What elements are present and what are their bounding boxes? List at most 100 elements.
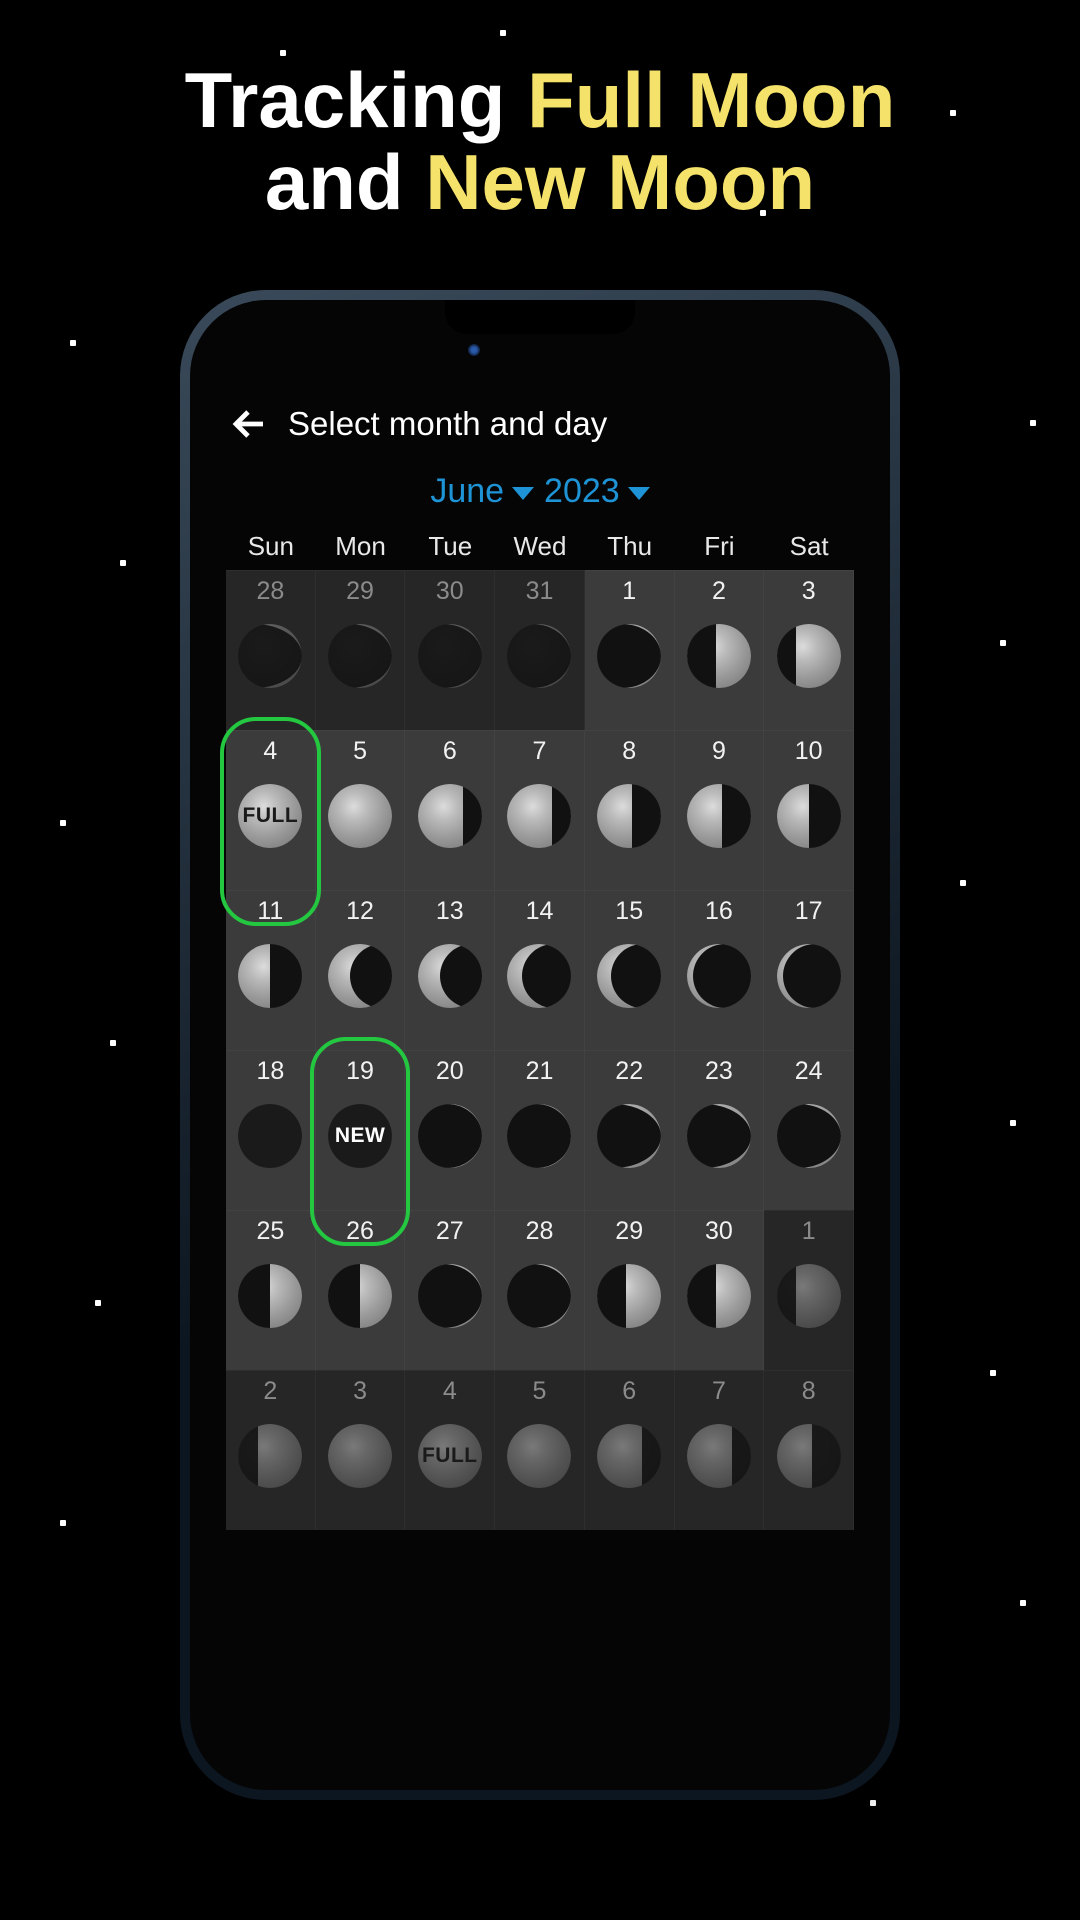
day-number: 27 [436,1217,464,1246]
moon-phase-icon [597,1424,661,1488]
moon-phase-icon [238,1424,302,1488]
day-number: 22 [615,1057,643,1086]
moon-phase-icon [418,1104,482,1168]
calendar-day[interactable]: 29 [585,1210,675,1370]
moon-phase-icon [687,1424,751,1488]
moon-phase-icon [418,624,482,688]
phone-camera [468,344,480,356]
calendar-grid: 282930311234FULL567891011121314151617181… [226,570,854,1530]
calendar-day[interactable]: 18 [226,1050,316,1210]
phone-notch [445,300,635,334]
day-number: 29 [346,577,374,606]
moon-phase-icon: FULL [418,1424,482,1488]
new-moon-label: NEW [335,1124,386,1148]
moon-phase-icon [597,624,661,688]
year-label: 2023 [544,472,620,511]
calendar-day[interactable]: 26 [316,1210,406,1370]
day-number: 21 [526,1057,554,1086]
calendar-day[interactable]: 25 [226,1210,316,1370]
year-select[interactable]: 2023 [544,472,650,511]
calendar-day[interactable]: 29 [316,570,406,730]
calendar-day[interactable]: 20 [405,1050,495,1210]
calendar-day[interactable]: 21 [495,1050,585,1210]
calendar-day[interactable]: 10 [764,730,854,890]
calendar-day[interactable]: 4FULL [405,1370,495,1530]
calendar-day[interactable]: 2 [226,1370,316,1530]
calendar-day[interactable]: 31 [495,570,585,730]
day-number: 4 [263,737,277,766]
calendar-day[interactable]: 1 [585,570,675,730]
calendar-day[interactable]: 28 [226,570,316,730]
moon-phase-icon [777,1264,841,1328]
calendar-day[interactable]: 6 [585,1370,675,1530]
calendar-day[interactable]: 5 [316,730,406,890]
day-number: 16 [705,897,733,926]
calendar-day[interactable]: 5 [495,1370,585,1530]
calendar-day[interactable]: 3 [316,1370,406,1530]
calendar-day[interactable]: 15 [585,890,675,1050]
calendar-day[interactable]: 16 [675,890,765,1050]
day-number: 1 [622,577,636,606]
day-number: 3 [353,1377,367,1406]
weekday-label: Sat [764,531,854,562]
calendar-day[interactable]: 22 [585,1050,675,1210]
month-select[interactable]: June [430,472,534,511]
calendar-day[interactable]: 8 [764,1370,854,1530]
moon-phase-icon [418,1264,482,1328]
arrow-left-icon [230,406,266,442]
day-number: 3 [802,577,816,606]
calendar-day[interactable]: 14 [495,890,585,1050]
chevron-down-icon [628,487,650,500]
calendar-day[interactable]: 30 [405,570,495,730]
full-moon-label: FULL [243,804,299,828]
back-button[interactable] [226,402,270,446]
calendar-day[interactable]: 27 [405,1210,495,1370]
calendar-day[interactable]: 3 [764,570,854,730]
calendar-day[interactable]: 13 [405,890,495,1050]
day-number: 7 [712,1377,726,1406]
day-number: 28 [526,1217,554,1246]
moon-phase-icon [238,944,302,1008]
moon-phase-icon [597,1264,661,1328]
calendar-day[interactable]: 1 [764,1210,854,1370]
day-number: 11 [257,897,283,926]
month-label: June [430,472,504,511]
moon-phase-icon [507,1264,571,1328]
day-number: 26 [346,1217,374,1246]
weekday-label: Thu [585,531,675,562]
day-number: 23 [705,1057,733,1086]
moon-phase-icon [777,624,841,688]
calendar-day[interactable]: 2 [675,570,765,730]
moon-phase-icon [238,1264,302,1328]
calendar-day[interactable]: 7 [675,1370,765,1530]
day-number: 18 [256,1057,284,1086]
day-number: 13 [436,897,464,926]
calendar-day[interactable]: 9 [675,730,765,890]
day-number: 6 [443,737,457,766]
calendar-day[interactable]: 24 [764,1050,854,1210]
moon-phase-icon [687,1264,751,1328]
calendar-day[interactable]: 30 [675,1210,765,1370]
moon-phase-icon [507,784,571,848]
moon-phase-icon [507,1424,571,1488]
calendar-day[interactable]: 11 [226,890,316,1050]
calendar-day[interactable]: 17 [764,890,854,1050]
calendar-day[interactable]: 8 [585,730,675,890]
calendar-day[interactable]: 7 [495,730,585,890]
day-number: 10 [795,737,823,766]
calendar-day[interactable]: 19NEW [316,1050,406,1210]
calendar-day[interactable]: 28 [495,1210,585,1370]
day-number: 14 [526,897,554,926]
full-moon-label: FULL [422,1444,478,1468]
moon-phase-icon [328,624,392,688]
day-number: 7 [533,737,547,766]
day-number: 2 [712,577,726,606]
calendar-day[interactable]: 6 [405,730,495,890]
day-number: 24 [795,1057,823,1086]
day-number: 5 [533,1377,547,1406]
moon-phase-icon [687,1104,751,1168]
moon-phase-icon [597,1104,661,1168]
calendar-day[interactable]: 4 FULL [226,730,316,890]
calendar-day[interactable]: 12 [316,890,406,1050]
calendar-day[interactable]: 23 [675,1050,765,1210]
